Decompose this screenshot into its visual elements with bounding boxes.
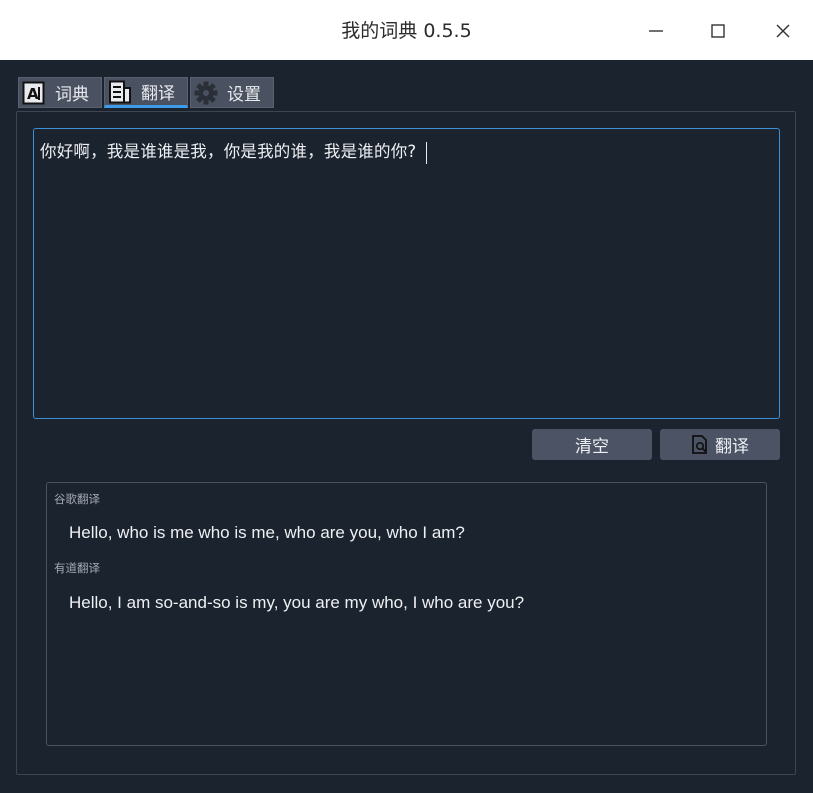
document-icon bbox=[107, 79, 133, 105]
tab-dictionary[interactable]: A 词典 bbox=[18, 77, 102, 108]
window-title: 我的词典 0.5.5 bbox=[341, 20, 472, 42]
maximize-icon bbox=[711, 24, 725, 38]
close-icon bbox=[776, 24, 790, 38]
source-text-input[interactable]: 你好啊，我是谁谁是我，你是我的谁，我是谁的你? bbox=[33, 128, 780, 419]
text-caret bbox=[426, 141, 428, 164]
svg-text:A: A bbox=[27, 85, 39, 103]
tab-dictionary-label: 词典 bbox=[55, 85, 89, 105]
google-translation-text: Hello, who is me who is me, who are you,… bbox=[69, 523, 465, 542]
dictionary-icon: A bbox=[21, 80, 47, 106]
tab-settings-label: 设置 bbox=[227, 85, 261, 105]
google-source-label: 谷歌翻译 bbox=[54, 492, 100, 506]
gear-icon bbox=[193, 80, 219, 106]
minimize-button[interactable] bbox=[639, 14, 673, 48]
clear-button[interactable]: 清空 bbox=[532, 429, 652, 460]
close-button[interactable] bbox=[766, 14, 800, 48]
source-text-value: 你好啊，我是谁谁是我，你是我的谁，我是谁的你? bbox=[40, 142, 417, 161]
clear-button-label: 清空 bbox=[575, 437, 609, 457]
translation-results: 谷歌翻译 Hello, who is me who is me, who are… bbox=[46, 482, 767, 746]
tab-settings[interactable]: 设置 bbox=[190, 77, 274, 108]
tab-translate-label: 翻译 bbox=[141, 84, 175, 104]
minimize-icon bbox=[649, 30, 663, 32]
translate-button[interactable]: 翻译 bbox=[660, 429, 780, 460]
tab-translate[interactable]: 翻译 bbox=[104, 77, 188, 108]
title-bar: 我的词典 0.5.5 bbox=[0, 0, 813, 60]
youdao-source-label: 有道翻译 bbox=[54, 561, 100, 575]
maximize-button[interactable] bbox=[701, 14, 735, 48]
search-document-icon bbox=[691, 434, 709, 455]
youdao-translation-text: Hello, I am so-and-so is my, you are my … bbox=[69, 593, 525, 612]
translate-button-label: 翻译 bbox=[715, 437, 749, 457]
